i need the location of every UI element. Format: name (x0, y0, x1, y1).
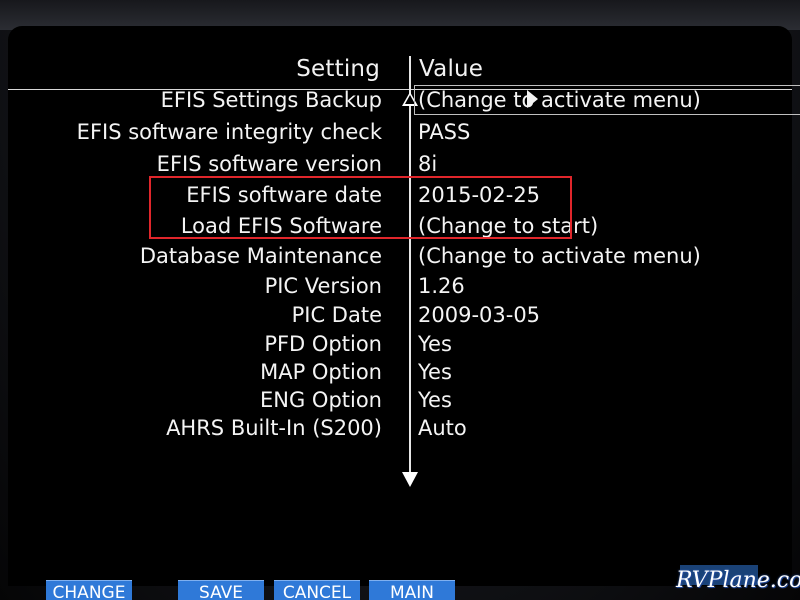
setting-label: ENG Option (259, 388, 382, 412)
setting-label: EFIS software version (156, 152, 382, 176)
setting-label: PFD Option (264, 332, 382, 356)
setting-value: Yes (418, 360, 452, 384)
display-panel: Setting Value EFIS Settings Backup (Chan… (8, 26, 800, 586)
setting-value: (Change to activate menu) (418, 88, 701, 112)
setting-value: 8i (418, 152, 438, 176)
scroll-down-arrow-icon[interactable] (402, 472, 418, 487)
setting-label: AHRS Built-In (S200) (166, 416, 382, 440)
settings-row-efis-settings-backup[interactable]: EFIS Settings Backup (Change to activate… (8, 85, 800, 116)
setting-label: MAP Option (260, 360, 382, 384)
setting-value: (Change to activate menu) (418, 244, 701, 268)
setting-value: 2009-03-05 (418, 303, 541, 327)
setting-label: EFIS Settings Backup (160, 88, 382, 112)
setting-value: 1.26 (418, 274, 465, 298)
main-softkey[interactable]: MAIN (369, 580, 455, 600)
cancel-softkey[interactable]: CANCEL (274, 580, 360, 600)
annotation-highlight-box (149, 176, 572, 239)
change-softkey[interactable]: CHANGE (46, 580, 132, 600)
settings-row-pic-date[interactable]: PIC Date 2009-03-05 (8, 303, 792, 331)
settings-row-pfd-option[interactable]: PFD Option Yes (8, 332, 792, 360)
settings-row-pic-version[interactable]: PIC Version 1.26 (8, 274, 792, 302)
settings-row-integrity-check[interactable]: EFIS software integrity check PASS (8, 120, 792, 148)
settings-row-eng-option[interactable]: ENG Option Yes (8, 388, 792, 416)
setting-value: Yes (418, 388, 452, 412)
settings-row-map-option[interactable]: MAP Option Yes (8, 360, 792, 388)
watermark: RVPlane.com (676, 568, 800, 593)
setting-label: Database Maintenance (139, 244, 382, 268)
value-column-header: Value (419, 56, 484, 82)
efis-screen: Setting Value EFIS Settings Backup (Chan… (0, 0, 800, 600)
save-softkey[interactable]: SAVE (178, 580, 264, 600)
setting-label: EFIS software integrity check (76, 120, 382, 144)
settings-row-database-maintenance[interactable]: Database Maintenance (Change to activate… (8, 244, 792, 272)
setting-label: PIC Version (264, 274, 382, 298)
setting-value: PASS (418, 120, 471, 144)
setting-label: PIC Date (291, 303, 382, 327)
setting-column-header: Setting (296, 56, 380, 82)
setting-value: Yes (418, 332, 452, 356)
setting-value: Auto (418, 416, 467, 440)
settings-row-ahrs-built-in[interactable]: AHRS Built-In (S200) Auto (8, 416, 792, 444)
